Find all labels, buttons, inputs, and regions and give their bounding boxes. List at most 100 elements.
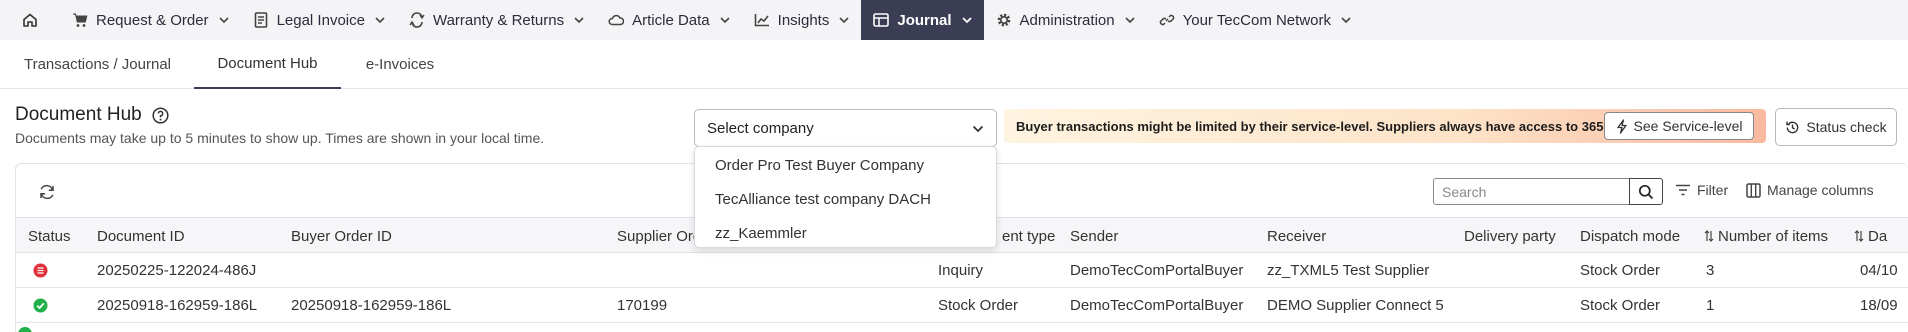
nav-label: Article Data: [632, 11, 710, 29]
status-check-button[interactable]: Status check: [1775, 108, 1897, 146]
history-icon: [1786, 121, 1799, 133]
chevron-down-icon: [1341, 16, 1351, 24]
cell-buyer-order-id: 20250918-162959-186L: [291, 297, 452, 314]
column-header-number-of-items[interactable]: Number of items: [1704, 218, 1828, 254]
cloud-icon: [608, 12, 625, 28]
columns-icon: [1746, 182, 1761, 198]
help-icon[interactable]: [152, 106, 169, 124]
filter-icon: [1676, 184, 1690, 196]
tab-bar: Transactions / Journal Document Hub e-In…: [0, 40, 1908, 89]
search-button[interactable]: [1629, 178, 1663, 205]
company-option[interactable]: zz_Kaemmler: [715, 216, 807, 250]
column-header-document-id[interactable]: Document ID: [97, 218, 185, 254]
chevron-down-icon: [972, 120, 984, 137]
filter-label: Filter: [1697, 182, 1729, 198]
cell-supplier-order-id: 170199: [617, 297, 668, 314]
column-header-date[interactable]: Da: [1854, 218, 1887, 254]
company-dropdown-list: Order Pro Test Buyer Company TecAlliance…: [694, 146, 997, 248]
chevron-down-icon: [839, 16, 849, 24]
nav-administration[interactable]: Administration: [984, 0, 1147, 40]
manage-columns-label: Manage columns: [1767, 182, 1874, 198]
cell-document-type: Stock Order: [938, 297, 1019, 314]
cell-dispatch-mode: Stock Order: [1580, 262, 1661, 279]
column-header-sender[interactable]: Sender: [1070, 218, 1118, 254]
status-error-icon: [33, 253, 48, 288]
company-select[interactable]: Select company: [694, 109, 997, 147]
cell-dispatch-mode: Stock Order: [1580, 297, 1661, 314]
search-input[interactable]: Search: [1433, 178, 1630, 205]
lightning-icon: [1616, 118, 1627, 134]
page-subtitle: Documents may take up to 5 minutes to sh…: [15, 130, 545, 146]
chart-icon: [754, 12, 770, 28]
nav-label: Legal Invoice: [276, 11, 365, 29]
link-icon: [1159, 12, 1175, 28]
tab-e-invoices[interactable]: e-Invoices: [354, 40, 446, 89]
chevron-down-icon: [375, 16, 385, 24]
column-header-dispatch-mode[interactable]: Dispatch mode: [1580, 218, 1680, 254]
home-button[interactable]: [0, 0, 60, 40]
nav-legal-invoice[interactable]: Legal Invoice: [241, 0, 397, 40]
cell-receiver: DEMO Supplier Connect 5: [1267, 297, 1444, 314]
journal-icon: [873, 12, 890, 28]
status-ok-icon: [33, 288, 48, 323]
column-header-delivery-party[interactable]: Delivery party: [1464, 218, 1556, 254]
nav-label: Your TecCom Network: [1182, 11, 1331, 29]
nav-label: Insights: [777, 11, 830, 29]
cell-number-of-items: 1: [1706, 297, 1715, 314]
manage-columns-button[interactable]: Manage columns: [1746, 182, 1874, 198]
column-header-supplier-order[interactable]: Supplier Ord: [617, 218, 701, 254]
cell-number-of-items: 3: [1706, 262, 1715, 279]
home-icon: [23, 13, 37, 27]
see-service-level-button[interactable]: See Service-level: [1604, 112, 1754, 140]
nav-teccom-network[interactable]: Your TecCom Network: [1147, 0, 1363, 40]
gear-icon: [996, 12, 1012, 28]
sort-icon: [1854, 230, 1864, 242]
company-option[interactable]: Order Pro Test Buyer Company: [715, 148, 924, 182]
tab-transactions-journal[interactable]: Transactions / Journal: [15, 40, 180, 89]
page-title: Document Hub: [15, 104, 169, 126]
cell-document-type: Inquiry: [938, 262, 984, 279]
nav-label: Administration: [1019, 11, 1115, 29]
chevron-down-icon: [1125, 16, 1135, 24]
cell-receiver: zz_TXML5 Test Supplier: [1267, 262, 1430, 279]
tab-document-hub[interactable]: Document Hub: [194, 40, 341, 89]
invoice-icon: [253, 12, 269, 28]
status-check-label: Status check: [1806, 119, 1887, 135]
nav-warranty-returns[interactable]: Warranty & Returns: [397, 0, 596, 40]
column-header-label: Da: [1868, 227, 1888, 245]
company-option[interactable]: TecAlliance test company DACH: [715, 182, 931, 216]
table-row[interactable]: 20250918-162959-186L 20250918-162959-186…: [16, 288, 1908, 323]
status-ok-icon-partial: [18, 327, 32, 332]
see-service-level-label: See Service-level: [1633, 118, 1743, 134]
nav-journal[interactable]: Journal: [861, 0, 984, 40]
search-icon: [1638, 184, 1654, 199]
column-header-label: Number of items: [1718, 227, 1829, 245]
chevron-down-icon: [218, 16, 229, 24]
cell-sender: DemoTecComPortalBuyer: [1070, 262, 1244, 279]
chevron-down-icon: [574, 16, 584, 24]
refresh-icon[interactable]: [38, 183, 56, 201]
returns-icon: [409, 12, 425, 28]
nav-label: Journal: [897, 11, 952, 29]
nav-request-order[interactable]: Request & Order: [60, 0, 241, 40]
nav-label: Request & Order: [96, 11, 209, 29]
nav-article-data[interactable]: Article Data: [596, 0, 742, 40]
cell-document-id: 20250918-162959-186L: [97, 297, 258, 314]
nav-insights[interactable]: Insights: [742, 0, 862, 40]
top-navigation: Request & Order Legal Invoice Warranty &…: [0, 0, 1908, 40]
column-header-receiver[interactable]: Receiver: [1267, 218, 1326, 254]
company-select-value: Select company: [707, 119, 814, 137]
column-header-buyer-order-id[interactable]: Buyer Order ID: [291, 218, 392, 254]
chevron-down-icon: [720, 16, 730, 24]
column-header-document-type[interactable]: ent type: [1002, 218, 1055, 254]
cart-icon: [72, 12, 88, 28]
column-header-status[interactable]: Status: [28, 218, 71, 254]
cell-date: 18/09: [1860, 297, 1898, 314]
page-title-text: Document Hub: [15, 104, 142, 125]
nav-label: Warranty & Returns: [432, 11, 565, 29]
sort-icon: [1704, 230, 1714, 242]
table-row[interactable]: 20250225-122024-486J Inquiry DemoTecComP…: [16, 253, 1908, 288]
cell-date: 04/10: [1860, 262, 1898, 279]
filter-button[interactable]: Filter: [1675, 182, 1728, 198]
cell-sender: DemoTecComPortalBuyer: [1070, 297, 1244, 314]
